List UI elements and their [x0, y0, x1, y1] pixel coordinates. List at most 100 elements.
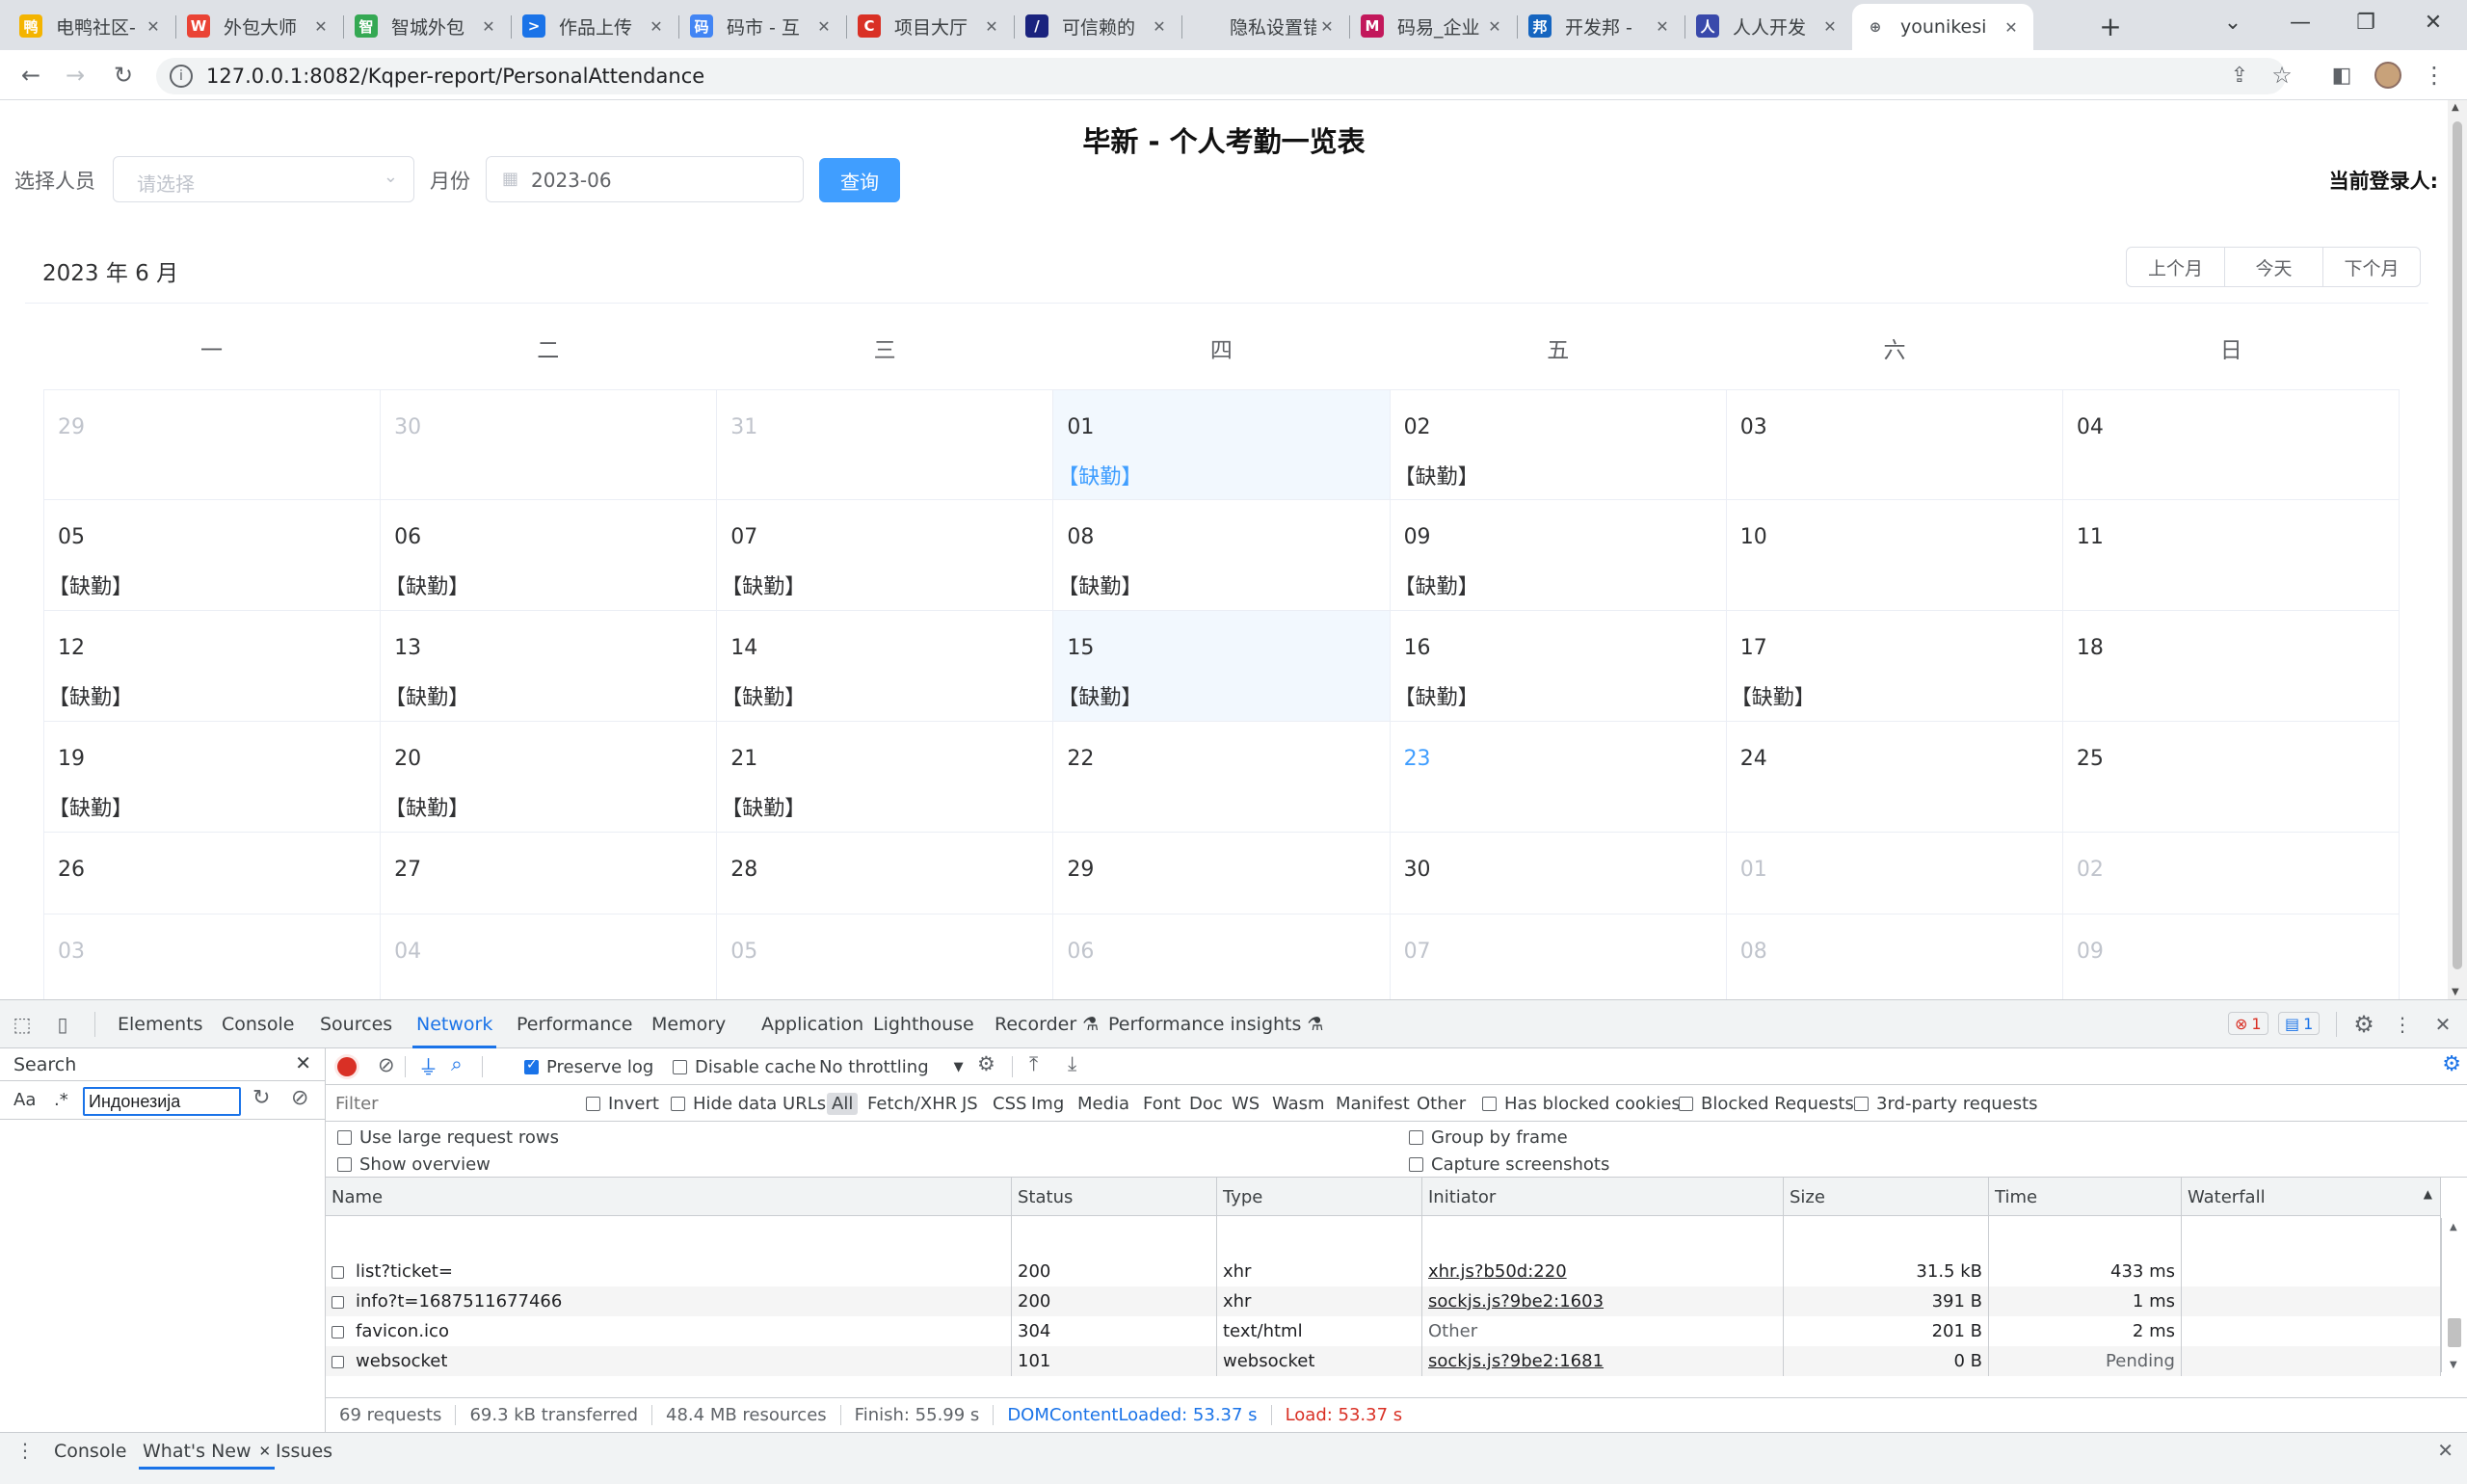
forward-icon[interactable]: → [60, 60, 91, 91]
calendar-day-cell[interactable]: 19 【缺勤】 [44, 722, 382, 833]
table-scroll-up-icon[interactable]: ▲ [2450, 1222, 2457, 1232]
cell-initiator[interactable]: xhr.js?b50d:220 [1422, 1257, 1784, 1286]
calendar-day-cell[interactable]: 30 [381, 389, 718, 500]
table-scroll-down-icon[interactable]: ▼ [2450, 1360, 2457, 1370]
calendar-day-cell[interactable]: 05 [717, 914, 1054, 999]
clear-search-icon[interactable]: ⊘ [291, 1086, 308, 1110]
filter-type-doc[interactable]: Doc [1189, 1094, 1223, 1114]
inspect-element-icon[interactable]: ⬚ [10, 1012, 35, 1037]
calendar-day-cell[interactable]: 15 【缺勤】 [1053, 611, 1391, 722]
hide-data-urls-toggle[interactable]: Hide data URLs [671, 1094, 826, 1114]
blocked-requests-toggle[interactable]: Blocked Requests [1679, 1094, 1854, 1114]
calendar-day-cell[interactable]: 21 【缺勤】 [717, 722, 1054, 833]
calendar-day-cell[interactable]: 05 【缺勤】 [44, 500, 382, 611]
page-scrollbar[interactable]: ▲ ▼ [2448, 100, 2467, 999]
filter-type-all[interactable]: All [827, 1093, 859, 1115]
browser-menu-icon[interactable]: ⋮ [2419, 60, 2450, 91]
show-overview-toggle[interactable]: Show overview [337, 1154, 491, 1175]
browser-tab-10[interactable]: 人人人开发 ✕ [1684, 4, 1852, 48]
browser-tab-2[interactable]: 智智城外包 ✕ [343, 4, 511, 48]
filter-type-other[interactable]: Other [1417, 1094, 1466, 1114]
filter-type-img[interactable]: Img [1031, 1094, 1064, 1114]
tab-close-icon[interactable]: ✕ [646, 17, 667, 36]
preserve-log-checkbox[interactable] [524, 1057, 539, 1074]
info-icon[interactable]: i [170, 65, 193, 88]
devtools-menu-icon[interactable]: ⋮ [2390, 1012, 2415, 1037]
devtools-tab-application[interactable]: Application [761, 1000, 863, 1048]
month-picker[interactable]: ▦ 2023-06 [486, 156, 804, 202]
row-checkbox[interactable] [332, 1355, 344, 1368]
cell-initiator[interactable]: sockjs.js?9be2:1681 [1422, 1346, 1784, 1376]
clear-log-icon[interactable]: ⊘ [378, 1053, 395, 1076]
calendar-day-cell[interactable]: 11 [2062, 500, 2400, 611]
drawer-tab-close-icon[interactable]: ✕ [259, 1443, 272, 1460]
import-har-icon[interactable]: ⤒ [1029, 1052, 1038, 1076]
refresh-search-icon[interactable]: ↻ [252, 1086, 270, 1110]
devtools-tab-performance-insights[interactable]: Performance insights ⚗ [1108, 1000, 1323, 1048]
large-rows-toggle[interactable]: Use large request rows [337, 1127, 559, 1148]
cell-name[interactable]: info?t=1687511677466 [326, 1286, 1012, 1316]
regex-button[interactable]: .* [54, 1090, 68, 1110]
device-toolbar-icon[interactable]: ▯ [50, 1012, 75, 1037]
browser-tab-4[interactable]: 码码市 - 互 ✕ [678, 4, 846, 48]
calendar-day-cell[interactable]: 22 [1053, 722, 1391, 833]
calendar-day-cell[interactable]: 23 [1390, 722, 1727, 833]
bookmark-star-icon[interactable]: ☆ [2267, 60, 2297, 91]
filter-type-manifest[interactable]: Manifest [1336, 1094, 1410, 1114]
throttling-select[interactable]: No throttling ▼ [819, 1057, 964, 1077]
filter-type-wasm[interactable]: Wasm [1272, 1094, 1325, 1114]
calendar-day-cell[interactable]: 07 [1391, 914, 1727, 999]
tab-close-icon[interactable]: ✕ [143, 17, 164, 36]
calendar-day-cell[interactable]: 25 [2062, 722, 2400, 833]
cell-name[interactable]: list?ticket= [326, 1257, 1012, 1286]
invert-toggle[interactable]: Invert [586, 1094, 659, 1114]
column-header-name[interactable]: Name [326, 1178, 1012, 1216]
third-party-checkbox[interactable] [1854, 1097, 1869, 1111]
profile-avatar[interactable] [2373, 60, 2403, 91]
calendar-day-cell[interactable]: 26 [44, 833, 382, 914]
today-button[interactable]: 今天 [2225, 248, 2323, 286]
record-icon[interactable] [337, 1057, 357, 1076]
column-header-waterfall[interactable]: Waterfall ▲ [2182, 1178, 2441, 1216]
blocked-cookies-checkbox[interactable] [1482, 1097, 1497, 1111]
cell-initiator[interactable]: sockjs.js?9be2:1603 [1422, 1286, 1784, 1316]
column-header-status[interactable]: Status [1012, 1178, 1217, 1216]
tab-close-icon[interactable]: ✕ [813, 17, 835, 36]
table-scrollbar[interactable]: ▲ ▼ [2441, 1218, 2467, 1372]
browser-tab-7[interactable]: 隐私设置错误✕ [1181, 4, 1349, 48]
blocked-cookies-toggle[interactable]: Has blocked cookies [1482, 1094, 1681, 1114]
calendar-day-cell[interactable]: 01 [1726, 833, 2063, 914]
third-party-toggle[interactable]: 3rd-party requests [1854, 1094, 2038, 1114]
match-case-button[interactable]: Aa [13, 1090, 36, 1110]
tab-close-icon[interactable]: ✕ [2001, 18, 2022, 37]
preserve-log-toggle[interactable]: Preserve log [524, 1057, 653, 1077]
export-har-icon[interactable]: ⤓ [1068, 1052, 1076, 1076]
error-count-badge[interactable]: ⊗ 1 [2228, 1012, 2268, 1035]
browser-tab-8[interactable]: M 码易_企业 ✕ [1349, 4, 1517, 48]
filter-type-ws[interactable]: WS [1232, 1094, 1260, 1114]
browser-tab-0[interactable]: 鸭电鸭社区- ✕ [8, 4, 175, 48]
calendar-day-cell[interactable]: 30 [1390, 833, 1727, 914]
hide-data-urls-checkbox[interactable] [671, 1097, 685, 1111]
column-header-initiator[interactable]: Initiator [1422, 1178, 1784, 1216]
browser-tab-6[interactable]: / 可信赖的 ✕ [1014, 4, 1181, 48]
devtools-tab-lighthouse[interactable]: Lighthouse [873, 1000, 974, 1048]
drawer-menu-icon[interactable]: ⋮ [15, 1439, 35, 1462]
drawer-close-icon[interactable]: ✕ [2437, 1439, 2454, 1462]
column-header-time[interactable]: Time [1989, 1178, 2182, 1216]
next-month-button[interactable]: 下个月 [2323, 248, 2420, 286]
browser-tab-9[interactable]: 邦开发邦 - ✕ [1517, 4, 1684, 48]
devtools-close-icon[interactable]: ✕ [2430, 1012, 2455, 1037]
devtools-tab-network[interactable]: Network [411, 1000, 497, 1048]
calendar-day-cell[interactable]: 01 【缺勤】 [1053, 389, 1391, 500]
message-count-badge[interactable]: ▤ 1 [2278, 1012, 2321, 1035]
invert-checkbox[interactable] [586, 1097, 600, 1111]
calendar-day-cell[interactable]: 31 [717, 389, 1054, 500]
capture-screenshots-checkbox[interactable] [1409, 1157, 1423, 1172]
filter-icon[interactable]: ⏚ [418, 1052, 438, 1081]
filter-type-font[interactable]: Font [1143, 1094, 1180, 1114]
restore-icon[interactable]: ❐ [2332, 0, 2400, 44]
filter-input[interactable] [335, 1091, 576, 1116]
row-checkbox[interactable] [332, 1295, 344, 1309]
calendar-day-cell[interactable]: 24 [1726, 722, 2063, 833]
